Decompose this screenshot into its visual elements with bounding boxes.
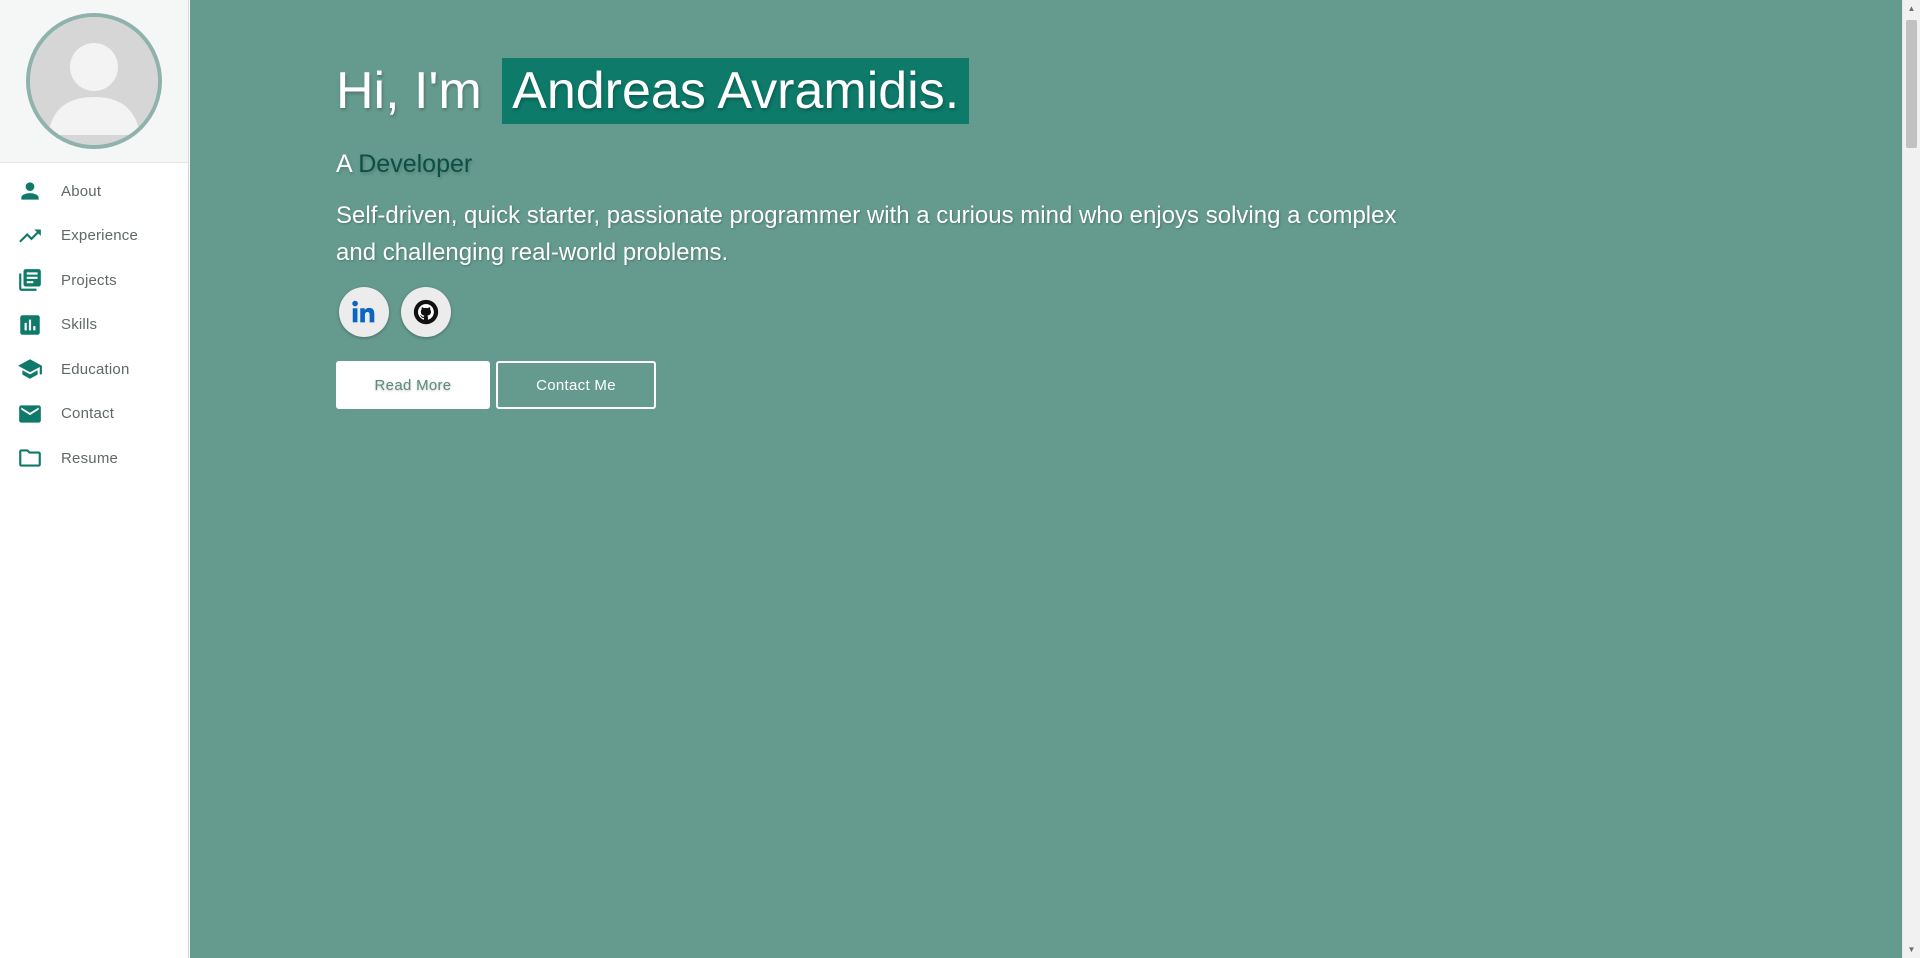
trending-up-icon <box>17 223 43 249</box>
hero-name: Andreas Avramidis. <box>502 58 970 124</box>
hero-title: Hi, I'm Andreas Avramidis. <box>336 58 1536 124</box>
library-books-icon <box>17 267 43 293</box>
sidebar-item-label: Education <box>61 360 130 378</box>
hero-role: Developer <box>358 150 473 178</box>
person-icon <box>17 178 43 204</box>
hero-subtitle: A Developer <box>336 150 1536 179</box>
sidebar-item-about[interactable]: About <box>0 169 188 214</box>
sidebar-nav: About Experience Projects Skills Educati… <box>0 163 188 481</box>
sidebar-item-label: About <box>61 182 102 200</box>
mail-icon <box>17 401 43 427</box>
contact-me-button[interactable]: Contact Me <box>496 361 656 409</box>
sidebar-item-resume[interactable]: Resume <box>0 436 188 481</box>
bar-chart-icon <box>17 312 43 338</box>
sidebar-item-experience[interactable]: Experience <box>0 214 188 259</box>
read-more-button[interactable]: Read More <box>336 361 490 409</box>
user-placeholder-icon <box>30 17 158 145</box>
linkedin-link[interactable] <box>339 287 389 337</box>
hero-description: Self-driven, quick starter, passionate p… <box>336 202 1397 266</box>
sidebar-item-education[interactable]: Education <box>0 347 188 392</box>
folder-icon <box>17 445 43 471</box>
sidebar-item-label: Projects <box>61 271 117 289</box>
school-icon <box>17 356 43 382</box>
hero-section: Hi, I'm Andreas Avramidis. A Developer S… <box>190 0 1902 958</box>
social-links <box>339 287 1536 337</box>
github-link[interactable] <box>401 287 451 337</box>
sidebar-item-label: Resume <box>61 449 119 467</box>
scroll-down-arrow-icon[interactable]: ▼ <box>1903 941 1920 958</box>
linkedin-icon <box>352 300 375 323</box>
hero-content: Hi, I'm Andreas Avramidis. A Developer S… <box>336 58 1536 409</box>
sidebar-item-label: Experience <box>61 227 139 245</box>
avatar-container <box>0 0 188 163</box>
page: About Experience Projects Skills Educati… <box>0 0 1920 958</box>
subtitle-prefix: A <box>336 150 352 178</box>
scroll-thumb[interactable] <box>1906 20 1917 148</box>
sidebar-item-skills[interactable]: Skills <box>0 303 188 348</box>
sidebar-item-projects[interactable]: Projects <box>0 258 188 303</box>
sidebar-item-contact[interactable]: Contact <box>0 392 188 437</box>
github-icon <box>413 299 439 325</box>
scroll-up-arrow-icon[interactable]: ▲ <box>1903 0 1920 17</box>
sidebar-item-label: Contact <box>61 405 115 423</box>
avatar <box>26 13 162 149</box>
sidebar: About Experience Projects Skills Educati… <box>0 0 189 958</box>
sidebar-item-label: Skills <box>61 316 98 334</box>
hero-greeting: Hi, I'm <box>336 62 482 120</box>
vertical-scrollbar[interactable]: ▲ ▼ <box>1902 0 1920 958</box>
hero-actions: Read More Contact Me <box>336 361 1536 409</box>
